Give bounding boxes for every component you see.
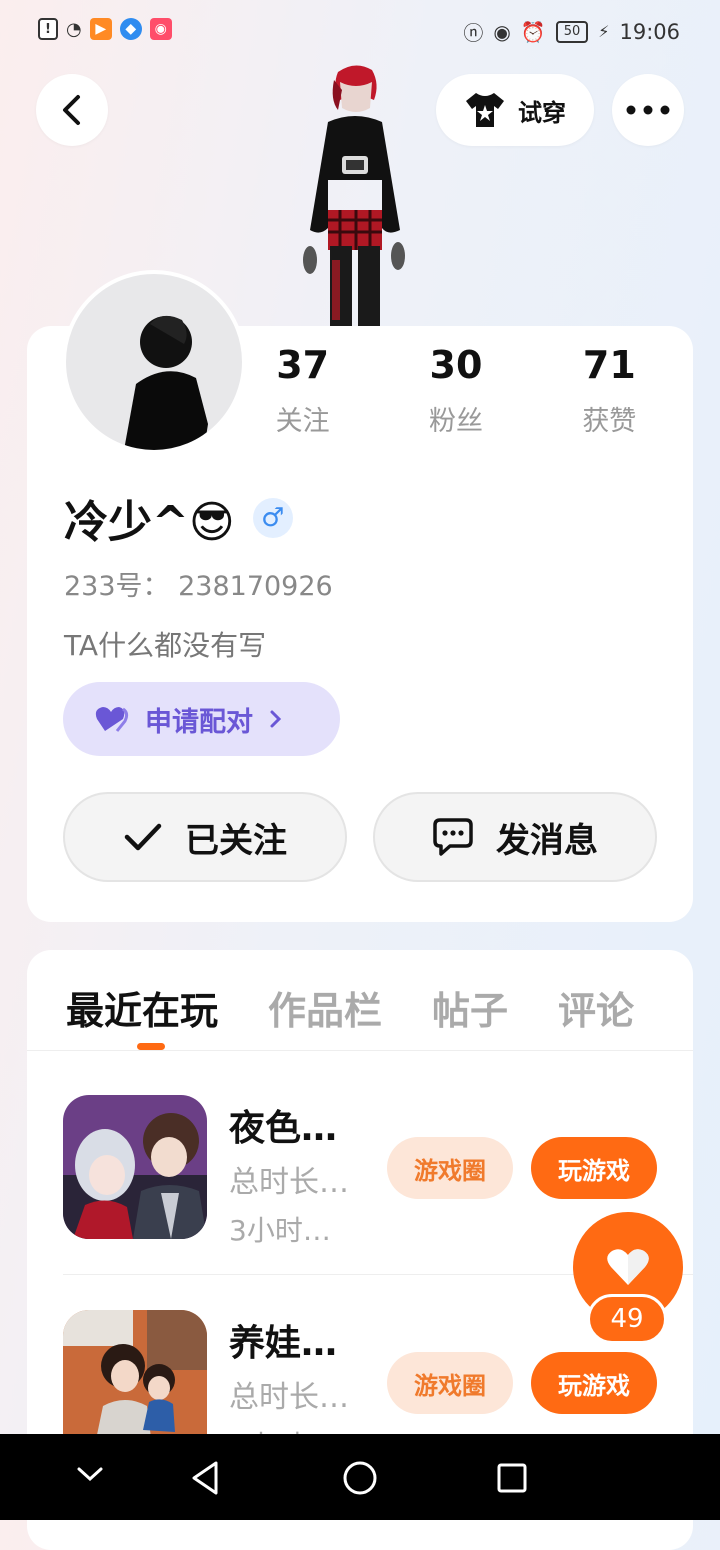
game-title: 夜色… (229, 1108, 338, 1149)
avatar[interactable] (62, 270, 246, 454)
system-nav-bar (0, 1434, 720, 1520)
followed-button[interactable]: 已关注 (63, 792, 347, 882)
play-game-button[interactable]: 玩游戏 (531, 1137, 657, 1199)
hide-keyboard-icon[interactable] (76, 1464, 104, 1484)
play-game-button[interactable]: 玩游戏 (531, 1352, 657, 1414)
stat-number: 30 (429, 343, 483, 387)
user-name: 冷少^😎 (64, 497, 235, 548)
game-item[interactable]: 夜色… 总时长… 3小时… 游戏圈 玩游戏 (63, 1095, 663, 1247)
tab-works[interactable]: 作品栏 (268, 980, 382, 1035)
game-play-time: 3小时… (229, 1214, 331, 1247)
avatar-character-image (303, 65, 405, 328)
status-bar: ! ◔ ▶ ◆ ◉ ⓝ ◉ ⏰ 50 ⚡ 19:06 (0, 0, 720, 62)
heart-icon (607, 1249, 649, 1285)
recents-nav-icon[interactable] (496, 1462, 528, 1494)
game-thumbnail[interactable] (63, 1310, 207, 1434)
stat-label: 粉丝 (428, 406, 483, 437)
apply-pair-button[interactable]: 申请配对 (63, 682, 340, 756)
stat-number: 71 (582, 343, 636, 387)
tabs-divider (27, 1050, 693, 1051)
stats-row: 37 关注 30 粉丝 71 获赞 (226, 343, 686, 438)
back-nav-icon[interactable] (190, 1460, 222, 1496)
tab-comments[interactable]: 评论 (558, 980, 634, 1035)
eye-icon: ◉ (493, 19, 511, 44)
game-circle-button[interactable]: 游戏圈 (387, 1352, 513, 1414)
heart-pair-icon (95, 707, 129, 732)
stat-fans[interactable]: 30 粉丝 (379, 343, 532, 438)
like-count-badge: 49 (587, 1294, 667, 1344)
game-total-time-label: 总时长… (229, 1380, 349, 1415)
more-dots-icon (626, 105, 670, 115)
tab-recent-play[interactable]: 最近在玩 (66, 980, 218, 1035)
wifi-icon: ◔ (66, 18, 82, 40)
back-button[interactable] (36, 74, 108, 146)
tshirt-star-icon (466, 93, 504, 127)
try-on-label: 试穿 (518, 98, 566, 127)
user-id: 233号： 238170926 (64, 571, 333, 602)
game-circle-button[interactable]: 游戏圈 (387, 1137, 513, 1199)
stat-label: 获赞 (582, 406, 637, 437)
user-bio: TA什么都没有写 (64, 629, 267, 662)
tab-posts[interactable]: 帖子 (432, 980, 508, 1035)
browser-app-icon: ◆ (119, 18, 142, 40)
stat-likes[interactable]: 71 获赞 (533, 343, 686, 438)
game-title: 养娃… (229, 1323, 338, 1364)
sim-alert-icon: ! (38, 18, 58, 40)
active-tab-indicator (137, 1043, 165, 1050)
send-message-label: 发消息 (496, 820, 598, 861)
game-app-icon: ◉ (149, 18, 172, 40)
home-nav-icon[interactable] (342, 1460, 378, 1496)
send-message-button[interactable]: 发消息 (373, 792, 657, 882)
more-button[interactable] (612, 74, 684, 146)
stat-following[interactable]: 37 关注 (226, 343, 379, 438)
game-thumbnail[interactable] (63, 1095, 207, 1239)
video-app-icon: ▶ (89, 18, 112, 40)
stat-number: 37 (276, 343, 330, 387)
chevron-right-icon (270, 710, 282, 728)
battery-icon: 50 (555, 20, 589, 43)
try-on-button[interactable]: 试穿 (436, 74, 594, 146)
charging-icon: ⚡ (598, 22, 610, 41)
male-icon: ♂ (252, 498, 293, 538)
followed-label: 已关注 (185, 820, 287, 861)
apply-pair-label: 申请配对 (145, 706, 253, 738)
check-icon (124, 823, 162, 851)
game-total-time-label: 总时长… (229, 1165, 349, 1200)
alarm-icon: ⏰ (520, 19, 546, 44)
chevron-left-icon (63, 95, 80, 125)
profile-tabs: 最近在玩 作品栏 帖子 评论 (66, 980, 634, 1035)
name-row: 冷少^😎 ♂ (64, 486, 293, 550)
stat-label: 关注 (275, 406, 330, 437)
nfc-icon: ⓝ (463, 21, 484, 45)
clock-time: 19:06 (619, 19, 680, 44)
chat-bubble-icon (433, 818, 473, 856)
